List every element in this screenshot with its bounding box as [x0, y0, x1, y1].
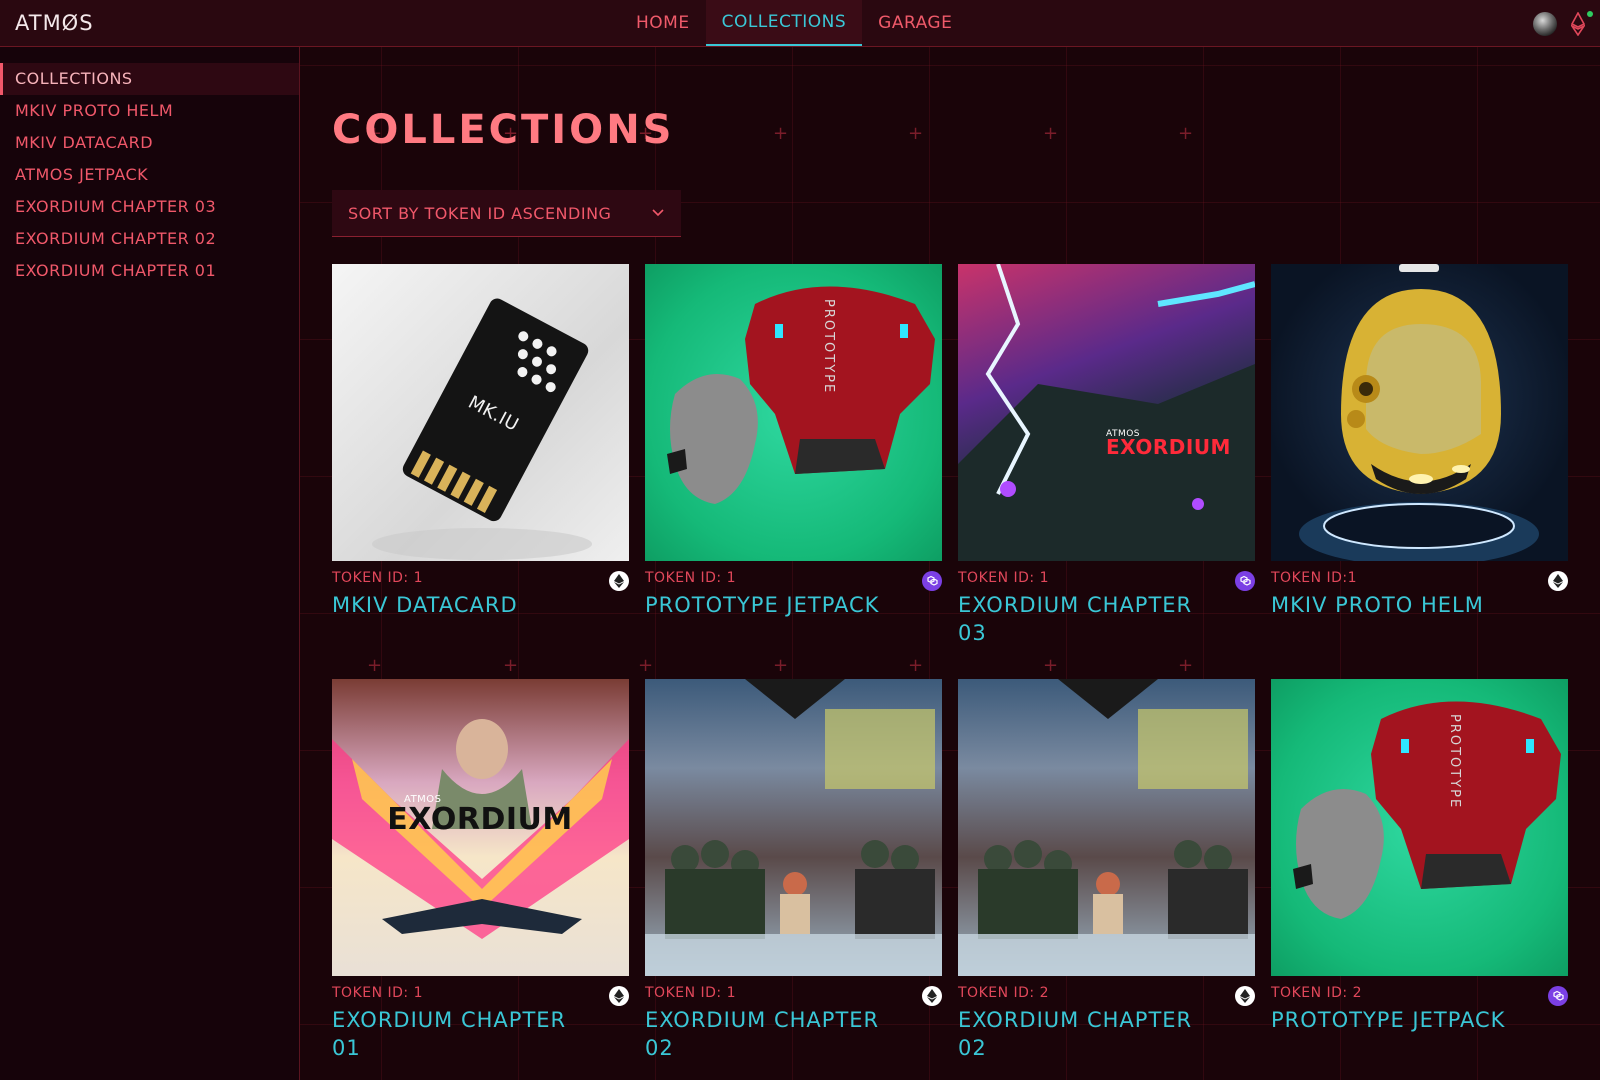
token-id: TOKEN ID:1: [1271, 570, 1358, 586]
svg-text:EXORDIUM: EXORDIUM: [1106, 435, 1231, 459]
token-id: TOKEN ID: 1: [332, 570, 424, 586]
exordium-02-art: [958, 679, 1255, 976]
token-id: TOKEN ID: 2: [1271, 985, 1363, 1001]
card-image[interactable]: [958, 679, 1255, 976]
sidebar: COLLECTIONS MKIV PROTO HELM MKIV DATACAR…: [0, 47, 300, 1080]
grid-plus-mark: +: [367, 655, 383, 676]
card-image[interactable]: ATMOS EXORDIUM: [332, 679, 629, 976]
card-title[interactable]: PROTOTYPE JETPACK: [645, 591, 915, 619]
card-meta: TOKEN ID: 1 MKIV DATACARD: [332, 561, 629, 641]
card-title[interactable]: MKIV PROTO HELM: [1271, 591, 1541, 619]
ethereum-icon: [1548, 571, 1568, 591]
grid-plus-mark: +: [638, 655, 654, 676]
collection-card[interactable]: TOKEN ID:1 MKIV PROTO HELM: [1271, 264, 1568, 641]
sidebar-item-atmos-jetpack[interactable]: ATMOS JETPACK: [0, 159, 299, 191]
grid-plus-mark: +: [1043, 123, 1059, 144]
card-meta: TOKEN ID: 1 PROTOTYPE JETPACK: [645, 561, 942, 641]
main-content: + + + + + + + + + + + + + + COLLECTIONS SORT BY TOKEN…: [300, 47, 1600, 1080]
jetpack-art: PROTOTYPE: [1293, 701, 1561, 919]
card-meta: TOKEN ID: 2 PROTOTYPE JETPACK: [1271, 976, 1568, 1056]
card-title[interactable]: MKIV DATACARD: [332, 591, 602, 619]
svg-text:PROTOTYPE: PROTOTYPE: [1447, 714, 1462, 809]
exordium-02-art: [645, 679, 942, 976]
grid-plus-mark: +: [773, 655, 789, 676]
polygon-icon: [922, 571, 942, 591]
token-id: TOKEN ID: 2: [958, 985, 1050, 1001]
card-title[interactable]: EXORDIUM CHAPTER 02: [645, 1006, 915, 1062]
sort-dropdown[interactable]: SORT BY TOKEN ID ASCENDING: [332, 190, 681, 237]
collection-card[interactable]: PROTOTYPE TOKEN ID: 2 PROTOTYPE JETPACK: [1271, 679, 1568, 1056]
card-title[interactable]: EXORDIUM CHAPTER 03: [958, 591, 1228, 647]
card-meta: TOKEN ID: 1 EXORDIUM CHAPTER 01: [332, 976, 629, 1060]
collection-card[interactable]: PROTOTYPE TOKEN ID: 1 PROTOTYPE JETPACK: [645, 264, 942, 641]
ethereum-icon: [609, 986, 629, 1006]
grid-plus-mark: +: [503, 655, 519, 676]
sidebar-item-exordium-chapter-03[interactable]: EXORDIUM CHAPTER 03: [0, 191, 299, 223]
token-id: TOKEN ID: 1: [645, 985, 737, 1001]
collection-card[interactable]: TOKEN ID: 2 EXORDIUM CHAPTER 02: [958, 679, 1255, 1060]
ethereum-icon: [1235, 986, 1255, 1006]
card-meta: TOKEN ID: 1 EXORDIUM CHAPTER 02: [645, 976, 942, 1060]
token-id: TOKEN ID: 1: [645, 570, 737, 586]
grid-plus-mark: +: [908, 655, 924, 676]
sidebar-item-mkiv-proto-helm[interactable]: MKIV PROTO HELM: [0, 95, 299, 127]
datacard-art: MK.IU: [372, 298, 592, 560]
polygon-icon: [1235, 571, 1255, 591]
nav-garage[interactable]: GARAGE: [862, 0, 968, 46]
token-id: TOKEN ID: 1: [332, 985, 424, 1001]
token-id: TOKEN ID: 1: [958, 570, 1050, 586]
card-meta: TOKEN ID: 2 EXORDIUM CHAPTER 02: [958, 976, 1255, 1060]
card-title[interactable]: PROTOTYPE JETPACK: [1271, 1006, 1541, 1034]
ethereum-icon: [609, 571, 629, 591]
card-image[interactable]: [1271, 264, 1568, 561]
grid-plus-mark: +: [908, 123, 924, 144]
sidebar-item-mkiv-datacard[interactable]: MKIV DATACARD: [0, 127, 299, 159]
user-avatar[interactable]: [1533, 12, 1557, 36]
sidebar-item-exordium-chapter-02[interactable]: EXORDIUM CHAPTER 02: [0, 223, 299, 255]
card-title[interactable]: EXORDIUM CHAPTER 02: [958, 1006, 1228, 1062]
ethereum-icon: [922, 986, 942, 1006]
chevron-down-icon: [652, 209, 664, 217]
grid-plus-mark: +: [1178, 655, 1194, 676]
collection-card[interactable]: ATMOS EXORDIUM TOKEN ID: 1 EXORDIUM CHAP…: [958, 264, 1255, 645]
nav-collections[interactable]: COLLECTIONS: [705, 0, 863, 46]
card-image[interactable]: PROTOTYPE: [645, 264, 942, 561]
card-title[interactable]: EXORDIUM CHAPTER 01: [332, 1006, 602, 1062]
grid-plus-mark: +: [1043, 655, 1059, 676]
card-image[interactable]: PROTOTYPE: [1271, 679, 1568, 976]
grid-plus-mark: +: [773, 123, 789, 144]
sidebar-item-collections[interactable]: COLLECTIONS: [0, 63, 299, 95]
nav-home[interactable]: HOME: [620, 0, 706, 46]
collection-list: COLLECTIONS MKIV PROTO HELM MKIV DATACAR…: [0, 63, 299, 287]
sidebar-item-exordium-chapter-01[interactable]: EXORDIUM CHAPTER 01: [0, 255, 299, 287]
wallet-connected-indicator: [1587, 11, 1593, 17]
top-navigation-bar: ATMØS HOME COLLECTIONS GARAGE: [0, 0, 1600, 47]
polygon-icon: [1548, 986, 1568, 1006]
card-meta: TOKEN ID:1 MKIV PROTO HELM: [1271, 561, 1568, 641]
page-title: COLLECTIONS: [332, 107, 675, 153]
collection-card[interactable]: MK.IU TOKEN ID: 1 MKIV DATACARD: [332, 264, 629, 641]
helm-art: [1299, 264, 1539, 561]
card-image[interactable]: MK.IU: [332, 264, 629, 561]
card-meta: TOKEN ID: 1 EXORDIUM CHAPTER 03: [958, 561, 1255, 645]
card-image[interactable]: [645, 679, 942, 976]
ethereum-icon[interactable]: [1571, 12, 1585, 36]
sort-label: SORT BY TOKEN ID ASCENDING: [348, 203, 612, 223]
svg-text:EXORDIUM: EXORDIUM: [387, 802, 572, 837]
atmos-logo[interactable]: ATMØS: [15, 11, 94, 35]
jetpack-art: PROTOTYPE: [667, 286, 935, 504]
card-image[interactable]: ATMOS EXORDIUM: [958, 264, 1255, 561]
collection-card[interactable]: TOKEN ID: 1 EXORDIUM CHAPTER 02: [645, 679, 942, 1060]
collection-card[interactable]: ATMOS EXORDIUM TOKEN ID: 1 EXORDIUM CHAP…: [332, 679, 629, 1060]
svg-text:PROTOTYPE: PROTOTYPE: [821, 299, 836, 394]
grid-plus-mark: +: [1178, 123, 1194, 144]
exordium-01-art: ATMOS EXORDIUM: [332, 719, 629, 939]
main-nav: HOME COLLECTIONS GARAGE: [620, 0, 968, 46]
exordium-03-art: ATMOS EXORDIUM: [958, 264, 1255, 561]
